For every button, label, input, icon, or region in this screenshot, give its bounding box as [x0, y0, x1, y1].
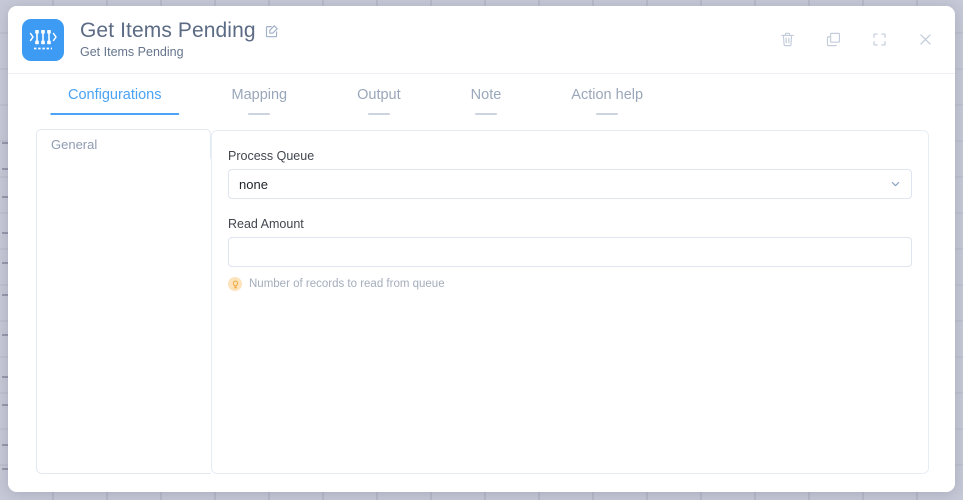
process-queue-icon [22, 18, 64, 61]
tab-label: Note [470, 86, 502, 103]
close-button[interactable] [915, 30, 935, 50]
delete-button[interactable] [777, 30, 797, 50]
sidebar-item-general[interactable]: General [36, 129, 211, 159]
tab-configurations[interactable]: Configurations [50, 74, 180, 115]
process-queue-select-wrap [228, 169, 912, 199]
title-row: Get Items Pending [80, 19, 279, 42]
read-amount-hint: Number of records to read from queue [228, 277, 912, 291]
tab-label: Configurations [68, 86, 162, 103]
process-queue-label: Process Queue [228, 149, 315, 163]
sidebar-item-label: General [51, 136, 98, 152]
page-subtitle: Get Items Pending [80, 44, 184, 59]
field-read-amount: Read Amount Number of records to read fr… [228, 217, 912, 291]
hint-text: Number of records to read from queue [249, 278, 445, 290]
tab-output[interactable]: Output [339, 74, 419, 115]
tab-bar: Configurations Mapping Output Note Actio… [8, 74, 955, 115]
tab-action-help[interactable]: Action help [553, 74, 661, 115]
read-amount-label: Read Amount [228, 217, 304, 231]
title-block: Get Items Pending Get Items Pending [80, 19, 279, 59]
duplicate-button[interactable] [823, 30, 843, 50]
process-queue-select[interactable] [228, 169, 912, 199]
settings-sidebar: General [36, 129, 211, 474]
tab-label: Action help [571, 86, 644, 103]
configuration-form-panel: Process Queue Read Amount [211, 130, 929, 474]
dialog-header: Get Items Pending Get Items Pending [8, 6, 955, 74]
tab-label: Output [357, 86, 401, 103]
read-amount-input[interactable] [228, 237, 912, 267]
lightbulb-icon [228, 277, 242, 291]
fullscreen-button[interactable] [869, 30, 889, 50]
tab-note[interactable]: Note [453, 74, 520, 115]
page-title: Get Items Pending [80, 19, 256, 43]
header-actions [777, 30, 935, 50]
field-process-queue: Process Queue [228, 149, 912, 199]
tab-label: Mapping [231, 86, 288, 103]
tab-mapping[interactable]: Mapping [214, 74, 306, 115]
dialog-body: General Process Queue Read Amount [8, 115, 955, 492]
edit-pencil-icon[interactable] [265, 24, 279, 38]
sidebar-panel-body [36, 158, 211, 474]
action-settings-dialog: Get Items Pending Get Items Pending Conf… [8, 6, 955, 492]
